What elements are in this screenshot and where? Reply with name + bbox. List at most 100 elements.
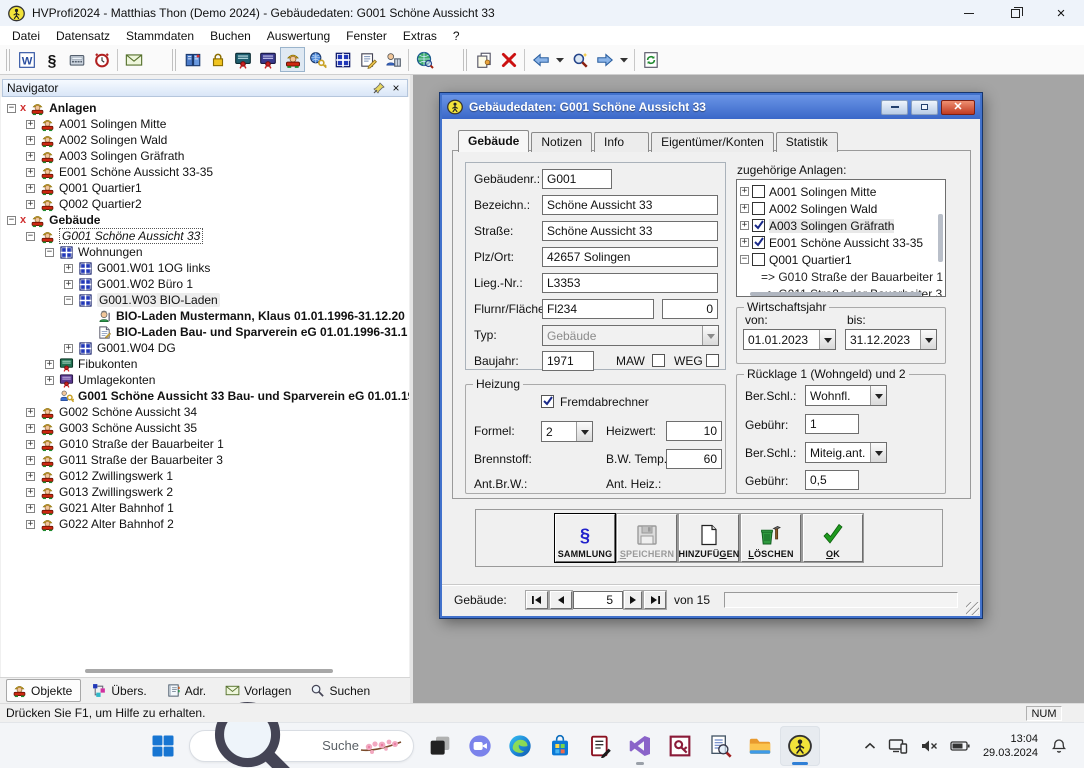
tree-item[interactable]: + A001 Solingen Mitte bbox=[1, 116, 409, 132]
toolbar-note-edit-button[interactable] bbox=[355, 47, 380, 72]
toolbar-board-seal-b-button[interactable] bbox=[255, 47, 280, 72]
tree-expander-plus-icon[interactable]: + bbox=[26, 135, 35, 145]
tree-expander-plus-icon[interactable]: + bbox=[26, 471, 35, 481]
toolbar-arrow-left-button[interactable] bbox=[528, 47, 553, 72]
dialog-tab-eigentmerkonten[interactable]: Eigentümer/Konten bbox=[651, 132, 774, 152]
anlagen-expander-plus-icon[interactable]: + bbox=[740, 238, 749, 247]
ber-schl-2-dropdown-icon[interactable] bbox=[870, 443, 886, 462]
ber-schl-1-dropdown-icon[interactable] bbox=[870, 386, 886, 405]
menu-buchen[interactable]: Buchen bbox=[202, 28, 259, 44]
close-button[interactable]: × bbox=[1038, 0, 1084, 26]
ok-button[interactable]: OK bbox=[803, 514, 863, 562]
navigator-close-icon[interactable]: × bbox=[389, 81, 403, 95]
record-number-field[interactable]: 5 bbox=[573, 590, 623, 609]
anlagen-tree-item[interactable]: => G010 Straße der Bauarbeiter 1 bbox=[737, 268, 945, 285]
hinzufgen-button[interactable]: HINZUFÜGEN bbox=[679, 514, 739, 562]
menu-extras[interactable]: Extras bbox=[395, 28, 445, 44]
tree-expander-plus-icon[interactable]: + bbox=[26, 423, 35, 433]
formel-dropdown-icon[interactable] bbox=[576, 422, 592, 441]
toolbar-arrow-right-button[interactable] bbox=[592, 47, 617, 72]
tree-item[interactable]: − x Anlagen bbox=[1, 100, 409, 116]
tree-item[interactable]: − G001.W03 BIO-Laden bbox=[1, 292, 409, 308]
tree-expander-plus-icon[interactable]: + bbox=[26, 407, 35, 417]
toolbar-ledger-book-button[interactable] bbox=[180, 47, 205, 72]
pin-icon[interactable] bbox=[372, 81, 386, 95]
toolbar-estate-button[interactable] bbox=[280, 47, 305, 72]
dialog-restore-button[interactable] bbox=[911, 99, 938, 115]
navigator-tab-bers[interactable]: Übers. bbox=[87, 680, 154, 701]
dialog-minimize-button[interactable] bbox=[881, 99, 908, 115]
toolbar-caret-down-button[interactable] bbox=[553, 47, 567, 72]
taskbar-task-view-button[interactable] bbox=[420, 726, 460, 766]
menu-fenster[interactable]: Fenster bbox=[338, 28, 395, 44]
plzort-input[interactable]: 42657 Solingen bbox=[542, 247, 718, 267]
tree-item[interactable]: + A003 Solingen Gräfrath bbox=[1, 148, 409, 164]
wirtschaftsjahr-von-select[interactable]: 01.01.2023 bbox=[743, 329, 836, 350]
tree-item[interactable]: + G003 Schöne Aussicht 35 bbox=[1, 420, 409, 436]
taskbar-clock[interactable]: 13:04 29.03.2024 bbox=[977, 732, 1044, 760]
tree-expander-plus-icon[interactable]: + bbox=[26, 455, 35, 465]
taskbar-visual-studio-button[interactable] bbox=[620, 726, 660, 766]
tree-item[interactable]: + G001.W04 DG bbox=[1, 340, 409, 356]
tree-item[interactable]: + Q002 Quartier2 bbox=[1, 196, 409, 212]
tree-item[interactable]: + G001.W02 Büro 1 bbox=[1, 276, 409, 292]
tray-battery-icon[interactable] bbox=[945, 728, 975, 764]
tree-expander-plus-icon[interactable]: + bbox=[26, 151, 35, 161]
tree-expander-plus-icon[interactable]: + bbox=[26, 167, 35, 177]
fremdabrechner-checkbox[interactable] bbox=[541, 395, 554, 408]
tree-expander-plus-icon[interactable]: + bbox=[26, 487, 35, 497]
tree-expander-plus-icon[interactable]: + bbox=[26, 519, 35, 529]
tree-item[interactable]: + G022 Alter Bahnhof 2 bbox=[1, 516, 409, 532]
bw-temp-input[interactable]: 60 bbox=[666, 449, 722, 469]
anlagen-expander-minus-icon[interactable]: − bbox=[740, 255, 749, 264]
heizwert-input[interactable]: 10 bbox=[666, 421, 722, 441]
tray-device-icon[interactable] bbox=[883, 728, 913, 764]
toolbar-globe-key-button[interactable] bbox=[305, 47, 330, 72]
tree-item[interactable]: + Q001 Quartier1 bbox=[1, 180, 409, 196]
taskbar-hvprofi-button[interactable] bbox=[780, 725, 820, 766]
tray-chevron-up-icon[interactable] bbox=[859, 728, 881, 764]
notification-bell-icon[interactable] bbox=[1046, 728, 1072, 764]
tree-expander-plus-icon[interactable]: + bbox=[64, 279, 73, 289]
toolbar-refresh-page-button[interactable] bbox=[638, 47, 663, 72]
tree-expander-plus-icon[interactable]: + bbox=[26, 439, 35, 449]
anlagen-tree-item[interactable]: + A001 Solingen Mitte bbox=[737, 183, 945, 200]
tree-expander-plus-icon[interactable]: + bbox=[45, 375, 54, 385]
lschen-button[interactable]: LÖSCHEN bbox=[741, 514, 801, 562]
tree-item[interactable]: + G011 Straße der Bauarbeiter 3 bbox=[1, 452, 409, 468]
tree-expander-plus-icon[interactable]: + bbox=[64, 263, 73, 273]
taskbar-explorer-button[interactable] bbox=[740, 726, 780, 766]
toolbar-lock-button[interactable] bbox=[205, 47, 230, 72]
maw-checkbox[interactable] bbox=[652, 354, 665, 367]
tree-item[interactable]: + E001 Schöne Aussicht 33-35 bbox=[1, 164, 409, 180]
dialog-resize-grip[interactable] bbox=[966, 602, 979, 615]
tray-volume-muted-icon[interactable] bbox=[915, 728, 943, 764]
dialog-tab-info[interactable]: Info bbox=[594, 132, 650, 152]
anlagen-checkbox-checked[interactable] bbox=[752, 219, 765, 232]
ber-schl-2-select[interactable]: Miteig.ant. bbox=[805, 442, 887, 463]
anlagen-expander-plus-icon[interactable]: + bbox=[740, 187, 749, 196]
toolbar-board-seal-a-button[interactable] bbox=[230, 47, 255, 72]
record-prev-button[interactable] bbox=[550, 590, 572, 609]
formel-select[interactable]: 2 bbox=[541, 421, 593, 442]
toolbar-paragraph-button[interactable]: § bbox=[39, 47, 64, 72]
tree-expander-minus-icon[interactable]: − bbox=[26, 231, 35, 241]
anlagen-tree-item[interactable]: + E001 Schöne Aussicht 33-35 bbox=[737, 234, 945, 251]
tree-expander-plus-icon[interactable]: + bbox=[26, 199, 35, 209]
sammlung-button[interactable]: § SAMMLUNG bbox=[554, 513, 616, 563]
tree-expander-plus-icon[interactable]: + bbox=[26, 503, 35, 513]
taskbar-edge-button[interactable] bbox=[500, 726, 540, 766]
tree-item[interactable]: − G001 Schöne Aussicht 33 bbox=[1, 228, 409, 244]
tree-expander-minus-icon[interactable]: − bbox=[64, 295, 73, 305]
menu-stammdaten[interactable]: Stammdaten bbox=[118, 28, 202, 44]
tree-expander-plus-icon[interactable]: + bbox=[26, 183, 35, 193]
tree-expander-plus-icon[interactable]: + bbox=[64, 343, 73, 353]
toolbar-clock-button[interactable] bbox=[89, 47, 114, 72]
ber-schl-1-select[interactable]: Wohnfl. bbox=[805, 385, 887, 406]
toolbar-caret-down-button[interactable] bbox=[617, 47, 631, 72]
tree-item[interactable]: − Wohnungen bbox=[1, 244, 409, 260]
record-last-button[interactable] bbox=[644, 590, 666, 609]
tree-expander-minus-icon[interactable]: − bbox=[7, 103, 16, 113]
baujahr-input[interactable]: 1971 bbox=[542, 351, 594, 371]
tree-item[interactable]: BIO-Laden Bau- und Sparverein eG 01.01.1… bbox=[1, 324, 409, 340]
